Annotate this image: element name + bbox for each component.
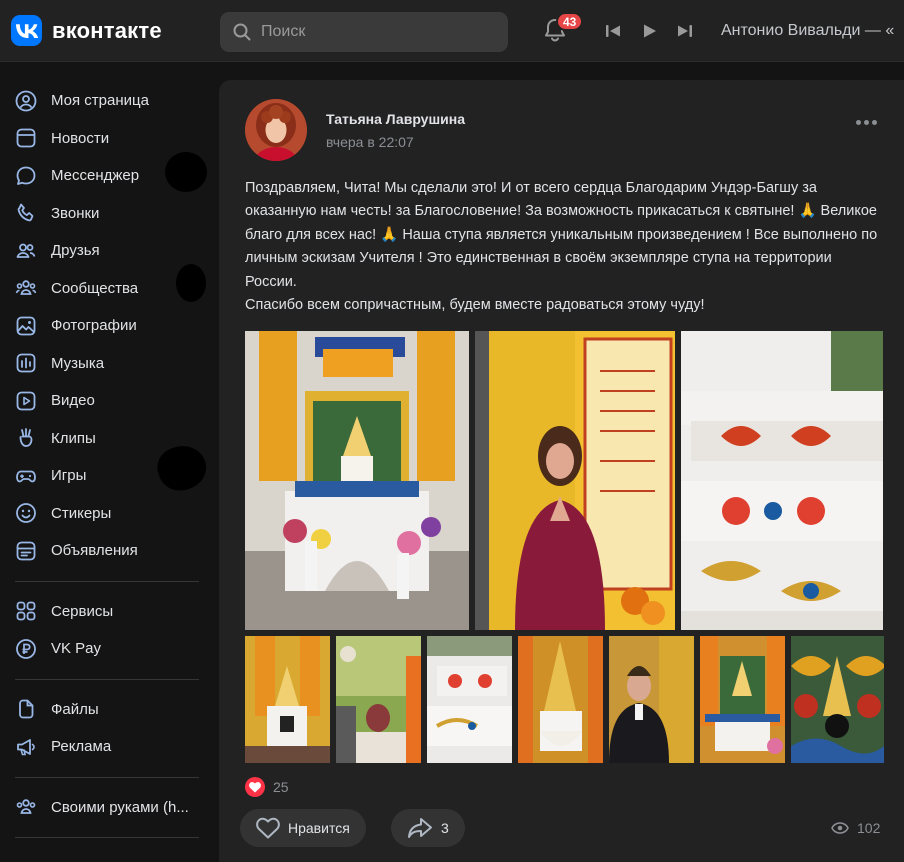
chat-bubble-icon [15,165,37,187]
now-playing-title[interactable]: Антонио Вивальди — « [721,22,894,40]
sidebar-item-label: Своими руками (h... [51,798,189,816]
services-grid-icon [15,600,37,622]
post-photo[interactable] [245,331,469,630]
previous-track-icon[interactable] [604,22,622,40]
clips-icon [15,427,37,449]
sidebar-item-photos[interactable]: Фотографии [0,307,210,345]
more-options-icon[interactable] [856,120,877,125]
share-button[interactable]: 3 [391,809,465,847]
sidebar-item-label: Сообщества [51,279,139,297]
sidebar-item-classifieds[interactable]: Объявления [0,532,210,570]
reactions-count: 25 [273,779,289,795]
sidebar-item-label: Звонки [51,204,100,222]
eye-icon [831,822,849,834]
redaction-mark [165,152,207,192]
sidebar-item-label: Видео [51,392,95,410]
post-photo-thumb[interactable] [245,636,330,763]
share-arrow-icon [408,818,432,838]
sidebar-item-music[interactable]: Музыка [0,345,210,383]
sidebar-item-my-page[interactable]: Моя страница [0,82,210,120]
sidebar-divider [15,678,199,680]
friends-icon [15,240,37,262]
sidebar-item-label: Игры [51,467,87,485]
top-bar: вконтакте 43 Антонио Вивальди — « [0,0,904,62]
sidebar-item-vk-pay[interactable]: VK Pay [0,630,210,668]
ruble-icon [15,638,37,660]
feed-post: Татьяна Лаврушина вчера в 22:07 Поздравл… [219,80,904,862]
post-paragraph: Спасибо всем сопричастным, будем вместе … [245,297,705,314]
megaphone-icon [15,736,37,758]
sidebar-item-video[interactable]: Видео [0,382,210,420]
views-count: 102 [857,820,881,836]
reactions-summary[interactable]: 25 [245,777,289,797]
views-counter: 102 [831,820,880,836]
author-avatar[interactable] [245,99,307,161]
sidebar-item-ads[interactable]: Реклама [0,728,210,766]
smile-icon [15,502,37,524]
phone-icon [15,202,37,224]
photo-icon [15,315,37,337]
post-photo-thumb[interactable] [791,636,884,763]
search-box[interactable] [220,12,508,52]
play-icon[interactable] [640,22,658,40]
sidebar-item-files[interactable]: Файлы [0,691,210,729]
sidebar-item-label: Друзья [51,242,100,260]
sidebar-divider [15,776,199,778]
heart-outline-icon [256,817,280,839]
newspaper-icon [15,127,37,149]
heart-reaction-icon [245,777,265,797]
communities-icon [15,277,37,299]
post-photo-thumb[interactable] [518,636,603,763]
like-button-label: Нравится [288,820,350,836]
communities-icon [15,796,37,818]
sidebar-item-news[interactable]: Новости [0,120,210,158]
notifications-count-badge: 43 [556,12,584,31]
post-paragraph: Поздравляем, Чита! Мы сделали это! И от … [245,180,878,290]
sidebar-item-community-handmade[interactable]: Своими руками (h... [0,789,210,827]
sidebar-item-label: VK Pay [51,640,102,658]
sidebar-item-label: Клипы [51,429,96,447]
sidebar-item-stickers[interactable]: Стикеры [0,495,210,533]
sidebar-item-calls[interactable]: Звонки [0,195,210,233]
sidebar-item-friends[interactable]: Друзья [0,232,210,270]
music-icon [15,352,37,374]
sidebar-item-label: Стикеры [51,504,112,522]
classifieds-icon [15,540,37,562]
redaction-mark [176,264,206,302]
vk-logo[interactable]: вконтакте [11,15,162,46]
next-track-icon[interactable] [676,22,694,40]
sidebar-item-label: Новости [51,129,110,147]
post-photo-thumb[interactable] [336,636,421,763]
post-photo[interactable] [475,331,675,630]
vk-logo-icon [11,15,42,46]
post-photo-thumb[interactable] [700,636,785,763]
search-input[interactable] [261,23,491,41]
logo-wordmark: вконтакте [52,17,162,43]
sidebar-divider [15,580,199,582]
sidebar-item-label: Сервисы [51,602,114,620]
post-author-name[interactable]: Татьяна Лаврушина [326,111,465,127]
sidebar-item-label: Файлы [51,700,99,718]
sidebar-item-label: Мессенджер [51,167,140,185]
video-icon [15,390,37,412]
gamepad-icon [15,465,37,487]
user-circle-icon [15,90,37,112]
post-photo[interactable] [681,331,883,630]
sidebar-item-label: Музыка [51,354,105,372]
post-photo-thumb[interactable] [609,636,694,763]
audio-player-controls [604,22,694,40]
sidebar-item-label: Фотографии [51,317,137,335]
post-photo-thumb[interactable] [427,636,512,763]
sidebar-item-label: Объявления [51,542,138,560]
like-button[interactable]: Нравится [240,809,366,847]
sidebar-divider [15,837,199,838]
sidebar-item-services[interactable]: Сервисы [0,593,210,631]
post-timestamp[interactable]: вчера в 22:07 [326,134,414,150]
share-count: 3 [441,820,449,836]
post-text: Поздравляем, Чита! Мы сделали это! И от … [245,177,885,317]
sidebar-item-label: Реклама [51,738,112,756]
file-icon [15,698,37,720]
sidebar-item-label: Моя страница [51,92,149,110]
search-icon [233,23,251,41]
